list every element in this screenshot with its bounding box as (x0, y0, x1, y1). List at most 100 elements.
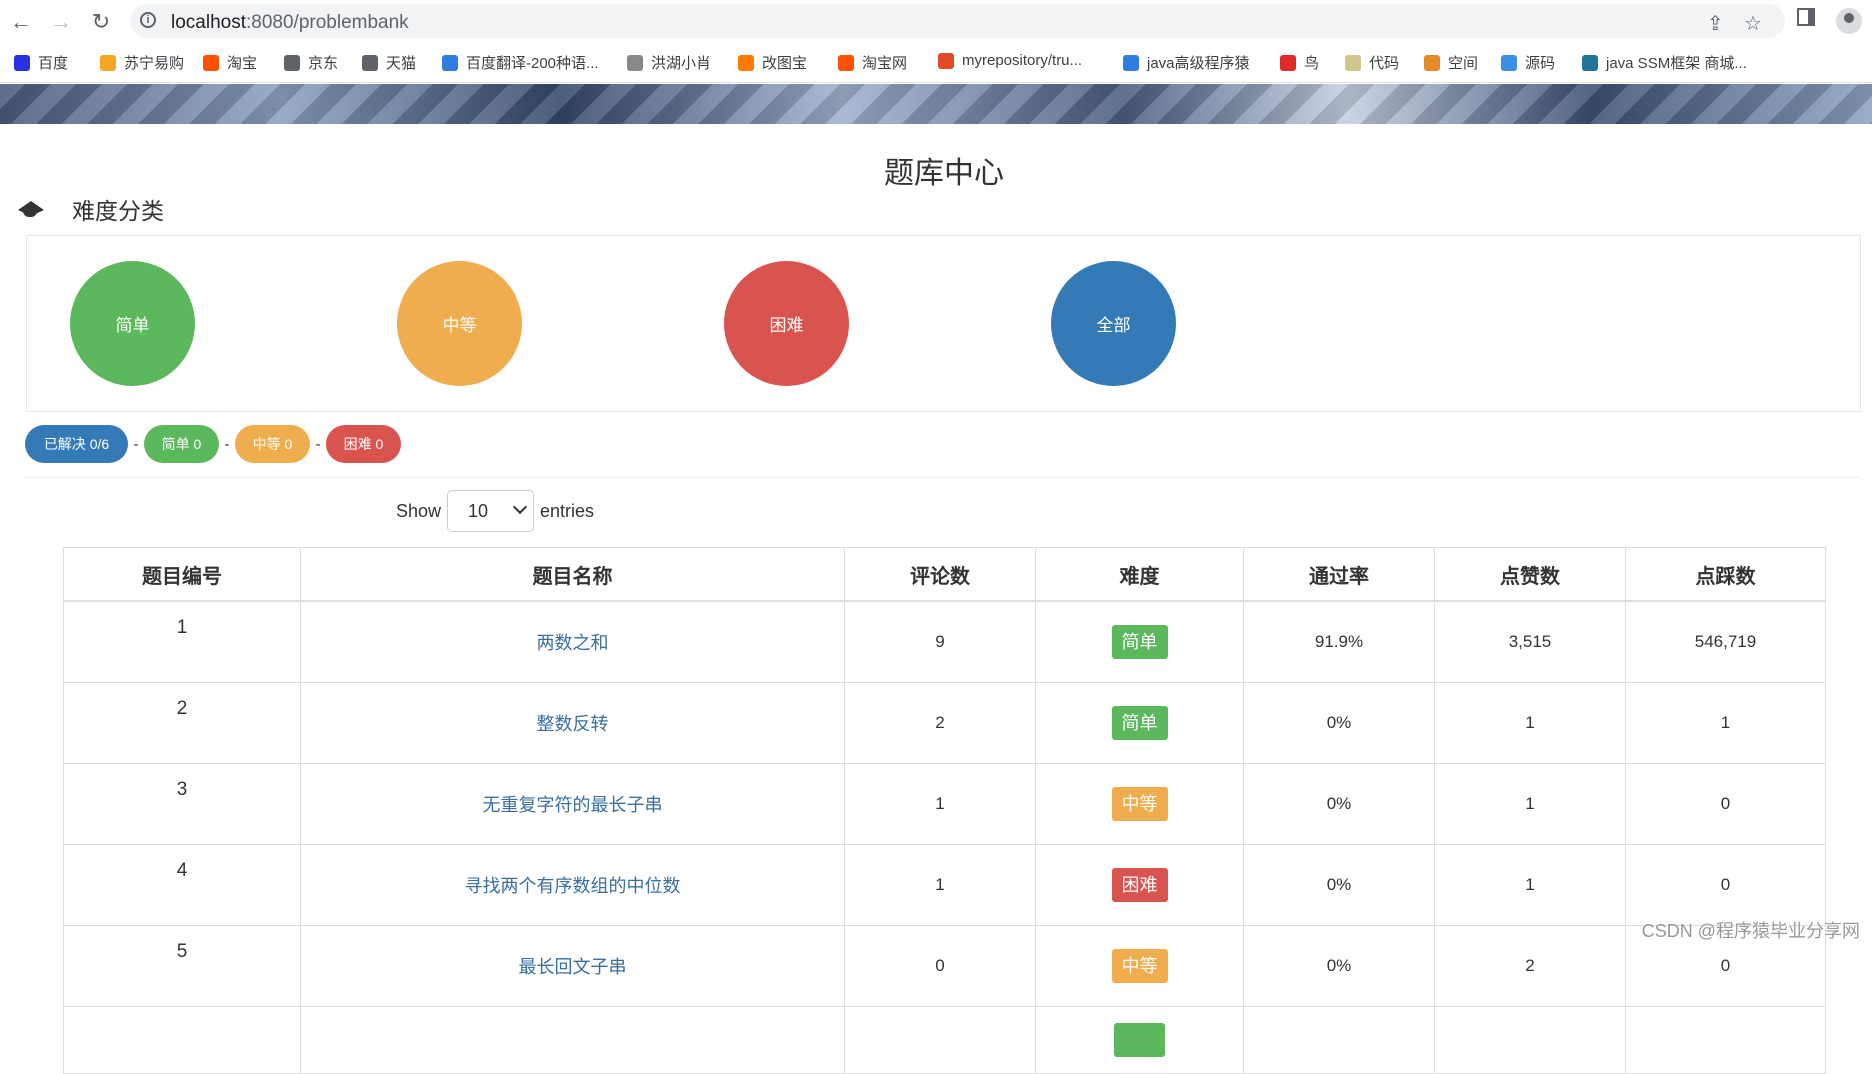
share-icon[interactable]: ⇪ (1707, 11, 1724, 36)
table-row: 4 寻找两个有序数组的中位数 1 困难 0% 1 0 (63, 844, 1826, 926)
reload-icon[interactable]: ↻ (88, 9, 114, 35)
bookmark-item[interactable]: 淘宝 (203, 52, 257, 73)
page-title: 题库中心 (884, 157, 1004, 190)
bookmark-favicon-icon (838, 54, 854, 71)
cell-name: 寻找两个有序数组的中位数 (300, 844, 845, 926)
cell-likes: 1 (1434, 763, 1626, 845)
category-medium-button[interactable]: 中等 (397, 261, 522, 386)
table-row: 5 最长回文子串 0 中等 0% 2 0 (63, 925, 1826, 1007)
bookmark-item[interactable]: 苏宁易购 (100, 52, 184, 73)
category-easy-button[interactable]: 简单 (70, 261, 195, 386)
category-label: 简单 (115, 316, 150, 335)
bookmark-favicon-icon (1280, 54, 1296, 71)
bookmark-item[interactable]: 空间 (1424, 52, 1478, 73)
entries-length-control: Show 10 entries (396, 490, 594, 532)
medium-count-badge: 中等 0 (235, 425, 310, 463)
address-bar[interactable]: i localhost:8080/problembank ⇪ ☆ (130, 4, 1785, 38)
bookmark-label: 淘宝 (227, 55, 258, 72)
bookmark-item[interactable]: 天猫 (362, 52, 416, 73)
problem-link[interactable]: 无重复字符的最长子串 (483, 795, 663, 815)
bookmark-label: java高级程序猿 (1147, 55, 1250, 72)
bookmark-label: 百度 (38, 55, 69, 72)
cell-comments: 0 (844, 925, 1036, 1007)
column-header-comments[interactable]: 评论数 (844, 547, 1036, 602)
bookmark-favicon-icon (1501, 54, 1517, 71)
url-text: localhost:8080/problembank (171, 12, 409, 33)
category-hard-button[interactable]: 困难 (724, 261, 849, 386)
category-all-button[interactable]: 全部 (1051, 261, 1176, 386)
forward-icon[interactable]: → (48, 9, 74, 35)
bookmark-favicon-icon (1582, 54, 1598, 71)
bookmark-favicon-icon (284, 54, 300, 71)
bookmark-favicon-icon (362, 54, 378, 71)
difficulty-badge: 中等 (1111, 787, 1168, 821)
problem-link[interactable]: 最长回文子串 (519, 957, 627, 977)
problem-link[interactable]: 两数之和 (537, 633, 609, 653)
cell-pass-rate: 0% (1243, 682, 1435, 764)
cell-id: 3 (63, 763, 301, 845)
cell-difficulty: 困难 (1035, 844, 1244, 926)
table-cell (1434, 1006, 1626, 1074)
bookmark-label: 苏宁易购 (124, 55, 185, 72)
problem-link[interactable]: 寻找两个有序数组的中位数 (465, 876, 681, 896)
cell-name: 整数反转 (300, 682, 845, 764)
bookmark-favicon-icon (1123, 54, 1139, 71)
table-row (63, 1006, 1826, 1074)
cell-pass-rate: 0% (1243, 763, 1435, 845)
bookmark-item[interactable]: 百度翻译-200种语... (442, 52, 599, 73)
back-icon[interactable]: ← (8, 9, 34, 35)
cell-comments: 1 (844, 763, 1036, 845)
bookmark-favicon-icon (938, 52, 954, 69)
difficulty-badge: 简单 (1111, 625, 1168, 659)
category-label: 中等 (442, 316, 477, 335)
bookmark-favicon-icon (442, 54, 458, 71)
bookmark-label: 京东 (308, 55, 339, 72)
cell-comments: 9 (844, 600, 1036, 683)
graduation-cap-icon (18, 198, 44, 220)
cell-dislikes: 1 (1625, 682, 1826, 764)
cell-likes: 1 (1434, 844, 1626, 926)
profile-avatar-icon[interactable] (1836, 8, 1862, 34)
column-header-name[interactable]: 题目名称 (300, 547, 845, 602)
separator: - (133, 435, 139, 453)
bookmark-item[interactable]: 百度 (14, 52, 68, 73)
bookmark-label: 淘宝网 (862, 55, 908, 72)
bookmark-star-icon[interactable]: ☆ (1744, 11, 1762, 36)
table-cell (1243, 1006, 1435, 1074)
cell-difficulty: 简单 (1035, 682, 1244, 764)
cell-likes: 2 (1434, 925, 1626, 1007)
cell-id: 2 (63, 682, 301, 764)
problem-link[interactable]: 整数反转 (537, 714, 609, 734)
bookmark-item[interactable]: myrepository/tru... (938, 52, 1082, 69)
bookmark-item[interactable]: 京东 (284, 52, 338, 73)
bookmark-favicon-icon (1345, 54, 1361, 71)
bookmark-item[interactable]: java SSM框架 商城... (1582, 52, 1747, 73)
bookmark-item[interactable]: 淘宝网 (838, 52, 907, 73)
difficulty-badge: 简单 (1111, 706, 1168, 740)
column-header-likes[interactable]: 点赞数 (1434, 547, 1626, 602)
bookmark-item[interactable]: java高级程序猿 (1123, 52, 1250, 73)
cell-name: 无重复字符的最长子串 (300, 763, 845, 845)
side-panel-icon[interactable] (1797, 8, 1815, 26)
bookmark-item[interactable]: 洪湖小肖 (627, 52, 711, 73)
cell-difficulty: 中等 (1035, 763, 1244, 845)
bookmark-item[interactable]: 鸟 (1280, 52, 1319, 73)
chevron-down-icon (512, 499, 528, 515)
bookmark-label: 空间 (1448, 55, 1479, 72)
column-header-pass-rate[interactable]: 通过率 (1243, 547, 1435, 602)
cell-pass-rate: 0% (1243, 844, 1435, 926)
cell-name: 两数之和 (300, 600, 845, 683)
section-title: 难度分类 (72, 198, 164, 224)
bookmark-item[interactable]: 源码 (1501, 52, 1555, 73)
column-header-id[interactable]: 题目编号 (63, 547, 301, 602)
browser-toolbar: ← → ↻ i localhost:8080/problembank ⇪ ☆ (0, 0, 1872, 42)
site-info-icon[interactable]: i (140, 12, 156, 28)
column-header-difficulty[interactable]: 难度 (1035, 547, 1244, 602)
column-header-dislikes[interactable]: 点踩数 (1625, 547, 1826, 602)
bookmark-label: 洪湖小肖 (651, 55, 712, 72)
difficulty-panel: 简单 中等 困难 全部 (26, 235, 1861, 412)
bookmark-item[interactable]: 改图宝 (738, 52, 807, 73)
bookmark-item[interactable]: 代码 (1345, 52, 1399, 73)
header-banner (0, 84, 1872, 124)
entries-select[interactable]: 10 (447, 490, 535, 532)
